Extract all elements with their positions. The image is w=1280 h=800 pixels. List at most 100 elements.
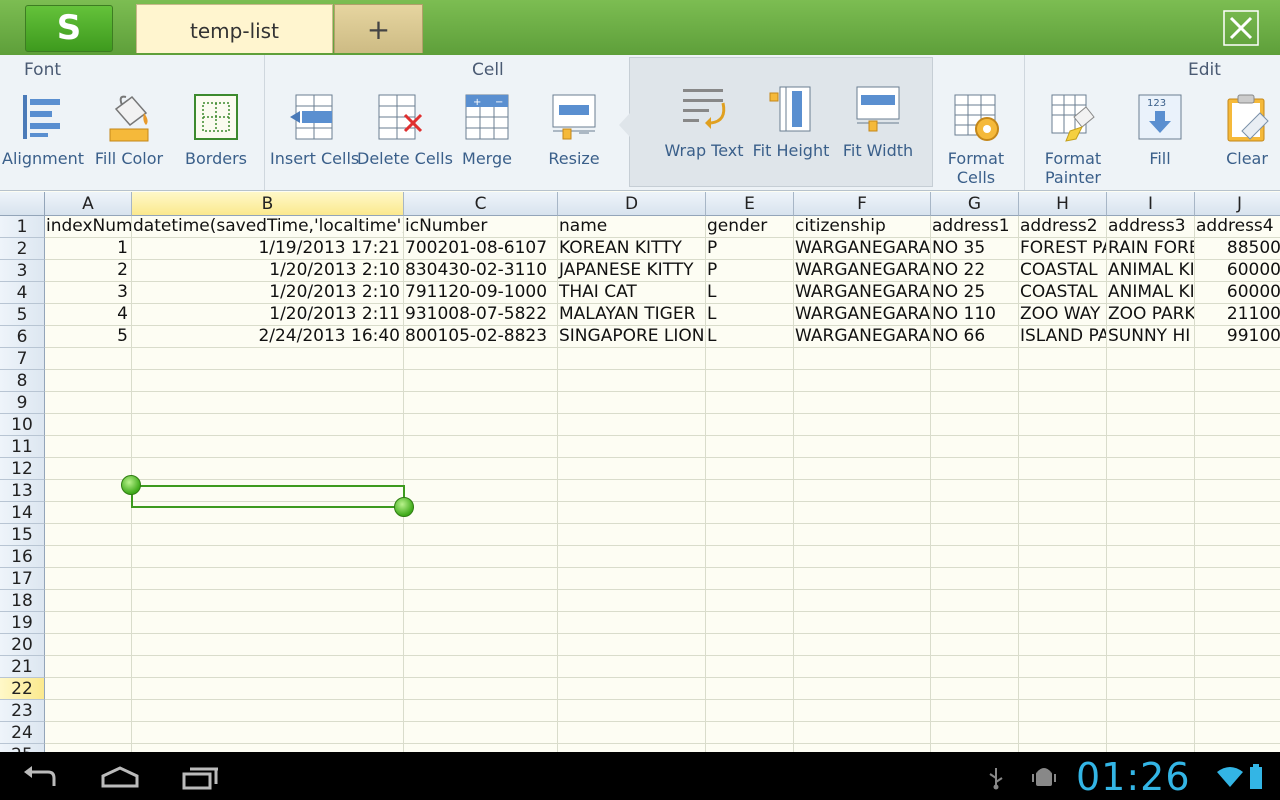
cell-e4[interactable]: L: [706, 282, 794, 304]
cell-e18[interactable]: [706, 590, 794, 612]
cell-b22[interactable]: [132, 678, 404, 700]
cell-a4[interactable]: 3: [45, 282, 132, 304]
cell-f24[interactable]: [794, 722, 931, 744]
cell-a20[interactable]: [45, 634, 132, 656]
cell-e24[interactable]: [706, 722, 794, 744]
cell-h14[interactable]: [1019, 502, 1107, 524]
cell-j9[interactable]: [1195, 392, 1280, 414]
cell-b18[interactable]: [132, 590, 404, 612]
row-header-12[interactable]: 12: [0, 458, 45, 480]
row-header-15[interactable]: 15: [0, 524, 45, 546]
cell-f20[interactable]: [794, 634, 931, 656]
cell-c4[interactable]: 791120-09-1000: [404, 282, 558, 304]
cell-h24[interactable]: [1019, 722, 1107, 744]
cell-a25[interactable]: [45, 744, 132, 752]
row-header-19[interactable]: 19: [0, 612, 45, 634]
row-header-13[interactable]: 13: [0, 480, 45, 502]
cell-i25[interactable]: [1107, 744, 1195, 752]
cell-i15[interactable]: [1107, 524, 1195, 546]
alignment-button[interactable]: Alignment: [2, 85, 84, 175]
fill-color-button[interactable]: Fill Color: [89, 85, 169, 175]
cell-a21[interactable]: [45, 656, 132, 678]
row-header-25[interactable]: 25: [0, 744, 45, 752]
cell-b5[interactable]: 1/20/2013 2:11: [132, 304, 404, 326]
app-logo-button[interactable]: S: [25, 5, 113, 52]
cell-f14[interactable]: [794, 502, 931, 524]
cell-i16[interactable]: [1107, 546, 1195, 568]
cell-e10[interactable]: [706, 414, 794, 436]
cell-d14[interactable]: [558, 502, 706, 524]
cell-d11[interactable]: [558, 436, 706, 458]
cell-e17[interactable]: [706, 568, 794, 590]
fill-button[interactable]: 123 Fill: [1120, 85, 1200, 175]
cell-f12[interactable]: [794, 458, 931, 480]
cell-g19[interactable]: [931, 612, 1019, 634]
cell-h8[interactable]: [1019, 370, 1107, 392]
cell-i14[interactable]: [1107, 502, 1195, 524]
cell-f13[interactable]: [794, 480, 931, 502]
cell-e19[interactable]: [706, 612, 794, 634]
cell-d20[interactable]: [558, 634, 706, 656]
cell-g9[interactable]: [931, 392, 1019, 414]
cell-f5[interactable]: WARGANEGARA: [794, 304, 931, 326]
cell-i19[interactable]: [1107, 612, 1195, 634]
cell-c19[interactable]: [404, 612, 558, 634]
cell-c5[interactable]: 931008-07-5822: [404, 304, 558, 326]
cell-b25[interactable]: [132, 744, 404, 752]
cell-h25[interactable]: [1019, 744, 1107, 752]
cell-h22[interactable]: [1019, 678, 1107, 700]
column-header-a[interactable]: A: [45, 192, 132, 216]
cell-b11[interactable]: [132, 436, 404, 458]
cell-g24[interactable]: [931, 722, 1019, 744]
cell-d21[interactable]: [558, 656, 706, 678]
column-header-j[interactable]: J: [1195, 192, 1280, 216]
cell-f2[interactable]: WARGANEGARA: [794, 238, 931, 260]
cell-j6[interactable]: 99100: [1195, 326, 1280, 348]
cell-i10[interactable]: [1107, 414, 1195, 436]
cell-h18[interactable]: [1019, 590, 1107, 612]
cell-c9[interactable]: [404, 392, 558, 414]
cell-e16[interactable]: [706, 546, 794, 568]
cell-j13[interactable]: [1195, 480, 1280, 502]
cell-e15[interactable]: [706, 524, 794, 546]
cell-g5[interactable]: NO 110: [931, 304, 1019, 326]
cell-d9[interactable]: [558, 392, 706, 414]
cell-e14[interactable]: [706, 502, 794, 524]
cell-d19[interactable]: [558, 612, 706, 634]
cell-f21[interactable]: [794, 656, 931, 678]
cell-e13[interactable]: [706, 480, 794, 502]
column-header-c[interactable]: C: [404, 192, 558, 216]
cell-g7[interactable]: [931, 348, 1019, 370]
cell-d24[interactable]: [558, 722, 706, 744]
cell-h2[interactable]: FOREST PA: [1019, 238, 1107, 260]
cell-h13[interactable]: [1019, 480, 1107, 502]
cell-g18[interactable]: [931, 590, 1019, 612]
cell-j19[interactable]: [1195, 612, 1280, 634]
cell-a5[interactable]: 4: [45, 304, 132, 326]
cell-h19[interactable]: [1019, 612, 1107, 634]
clear-button[interactable]: Clear: [1207, 85, 1280, 175]
cell-b23[interactable]: [132, 700, 404, 722]
cell-f3[interactable]: WARGANEGARA: [794, 260, 931, 282]
cell-h9[interactable]: [1019, 392, 1107, 414]
add-tab-button[interactable]: +: [334, 4, 423, 53]
cell-d13[interactable]: [558, 480, 706, 502]
row-header-11[interactable]: 11: [0, 436, 45, 458]
cell-e1[interactable]: gender: [706, 216, 794, 238]
cell-j21[interactable]: [1195, 656, 1280, 678]
column-header-h[interactable]: H: [1019, 192, 1107, 216]
cell-a8[interactable]: [45, 370, 132, 392]
cell-c25[interactable]: [404, 744, 558, 752]
row-header-7[interactable]: 7: [0, 348, 45, 370]
row-header-18[interactable]: 18: [0, 590, 45, 612]
cell-j20[interactable]: [1195, 634, 1280, 656]
cell-a9[interactable]: [45, 392, 132, 414]
cell-a6[interactable]: 5: [45, 326, 132, 348]
tab-temp-list[interactable]: temp-list: [136, 4, 333, 53]
row-header-8[interactable]: 8: [0, 370, 45, 392]
cell-f18[interactable]: [794, 590, 931, 612]
cell-j11[interactable]: [1195, 436, 1280, 458]
cell-h7[interactable]: [1019, 348, 1107, 370]
cell-g16[interactable]: [931, 546, 1019, 568]
cell-c17[interactable]: [404, 568, 558, 590]
